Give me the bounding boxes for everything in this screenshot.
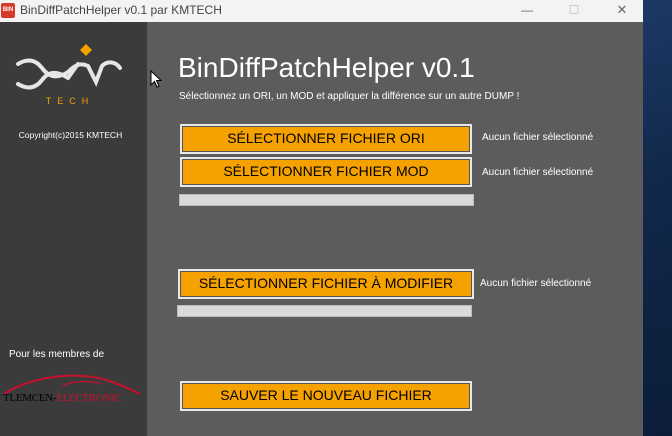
mod-progress-bar	[179, 194, 474, 206]
ori-status: Aucun fichier sélectionné	[482, 132, 594, 143]
select-ori-button[interactable]: SÉLECTIONNER FICHIER ORI	[180, 124, 472, 154]
logo-text: TECH	[46, 96, 95, 106]
save-file-button[interactable]: SAUVER LE NOUVEAU FICHIER	[180, 381, 472, 411]
mod-status: Aucun fichier sélectionné	[482, 167, 594, 178]
kmtech-logo: TECH	[16, 44, 122, 106]
partner-name-part1: TLEMCEN-	[3, 392, 57, 404]
app-window: BIN BinDiffPatchHelper v0.1 par KMTECH —…	[0, 0, 643, 436]
title-bar[interactable]: BIN BinDiffPatchHelper v0.1 par KMTECH —…	[0, 0, 643, 22]
partner-name: TLEMCEN-ELECTRONIC	[3, 392, 122, 404]
close-button[interactable]: ✕	[600, 0, 644, 22]
sidebar: TECH Copyright(c)2015 KMTECH Pour les me…	[0, 22, 147, 436]
window-title: BinDiffPatchHelper v0.1 par KMTECH	[20, 3, 222, 17]
select-target-button[interactable]: SÉLECTIONNER FICHIER À MODIFIER	[178, 269, 474, 299]
maximize-button[interactable]: ☐	[552, 0, 596, 22]
app-title: BinDiffPatchHelper v0.1	[178, 52, 475, 83]
target-progress-bar	[177, 305, 472, 317]
main-panel: BinDiffPatchHelper v0.1 Sélectionnez un …	[147, 22, 643, 436]
app-subtitle: Sélectionnez un ORI, un MOD et appliquer…	[179, 91, 520, 102]
mouse-cursor-icon	[150, 70, 162, 88]
app-icon: BIN	[1, 3, 15, 18]
copyright-text: Copyright(c)2015 KMTECH	[18, 130, 123, 140]
minimize-button[interactable]: —	[505, 0, 549, 22]
select-mod-button[interactable]: SÉLECTIONNER FICHIER MOD	[180, 157, 472, 187]
members-label: Pour les membres de	[9, 349, 105, 360]
partner-name-part2: ELECTRONIC	[56, 392, 122, 404]
target-status: Aucun fichier sélectionné	[480, 278, 592, 289]
